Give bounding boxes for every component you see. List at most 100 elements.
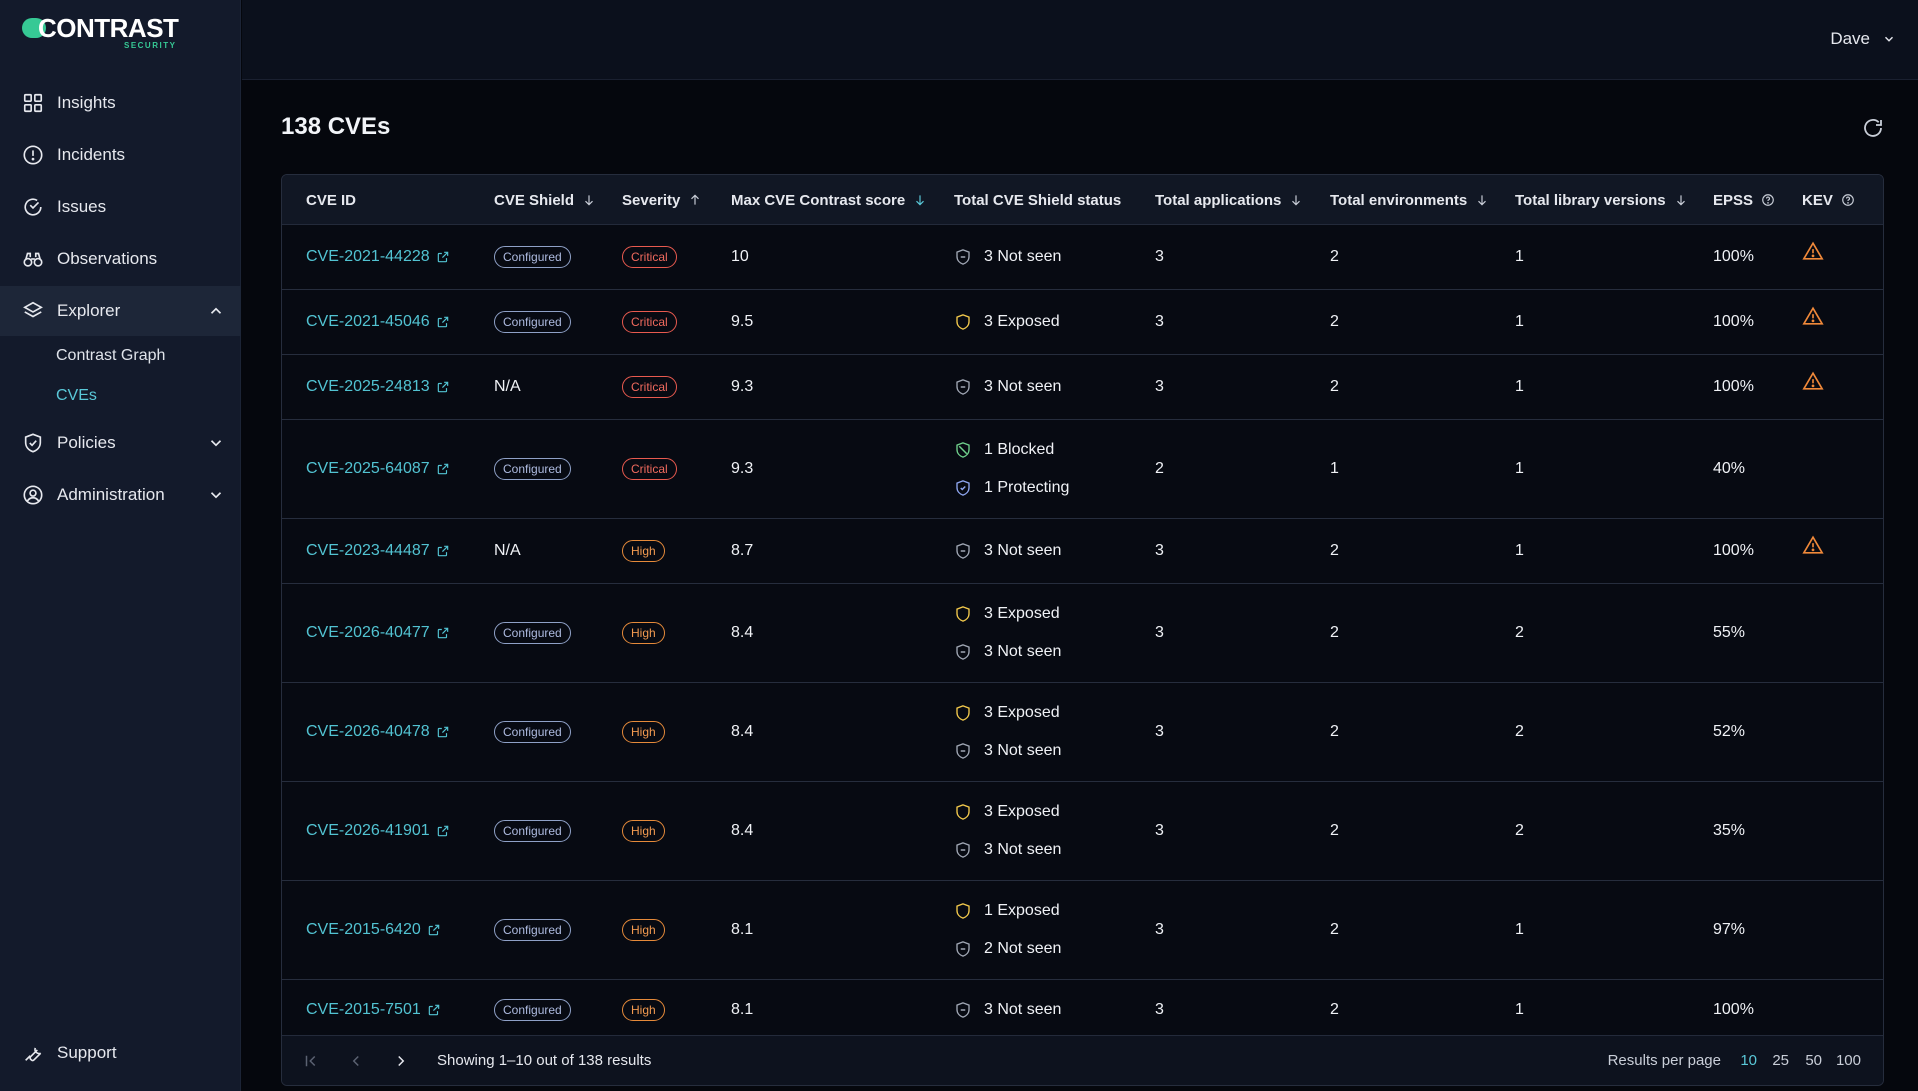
- shield-notseen-icon: [956, 941, 970, 957]
- cve-shield-cell: N/A: [494, 355, 521, 419]
- cve-shield-cell: Configured: [494, 881, 571, 979]
- chevron-up-icon[interactable]: [207, 302, 225, 320]
- status-text: 3 Not seen: [984, 378, 1062, 395]
- cve-shield-cell: Configured: [494, 584, 571, 682]
- sidebar-item-administration[interactable]: Administration: [0, 470, 241, 520]
- results-per-page-10[interactable]: 10: [1740, 1052, 1757, 1069]
- sidebar-item-label: Incidents: [57, 145, 126, 164]
- sidebar-item-incidents[interactable]: Incidents: [0, 130, 241, 180]
- external-link-icon: [428, 1004, 439, 1015]
- shield-na-text: N/A: [494, 378, 521, 395]
- table-row[interactable]: CVE-2026-40477 Configured High 8.4 3 Exposed…: [282, 584, 1883, 683]
- chevron-down-icon[interactable]: [207, 434, 225, 452]
- column-header-library-versions[interactable]: Total library versions: [1515, 175, 1688, 225]
- cve-link[interactable]: CVE-2025-64087: [306, 460, 450, 478]
- cve-id: CVE-2026-41901: [306, 822, 430, 839]
- status-text: 3 Exposed: [984, 704, 1060, 721]
- next-page-icon[interactable]: [392, 1052, 410, 1070]
- contrast-logo[interactable]: CONTRAST SECURITY: [22, 15, 179, 52]
- page-title: 138 CVEs: [281, 113, 391, 140]
- results-per-page-25[interactable]: 25: [1772, 1052, 1789, 1069]
- column-header-max-score[interactable]: Max CVE Contrast score: [731, 175, 927, 225]
- sidebar-subitem-contrast-graph[interactable]: Contrast Graph: [56, 347, 165, 365]
- epss-cell: 55%: [1713, 584, 1745, 682]
- column-header-severity[interactable]: Severity: [622, 175, 702, 225]
- column-header-cve-shield[interactable]: CVE Shield: [494, 175, 596, 225]
- table-row[interactable]: CVE-2025-64087 Configured Critical 9.3 1 Blo…: [282, 420, 1883, 519]
- shield-exposed-icon: [956, 606, 970, 622]
- library-versions-cell: 1: [1515, 881, 1524, 979]
- status-item: 3 Not seen: [954, 541, 1061, 561]
- max-score: 9.3: [731, 460, 754, 477]
- column-header-kev[interactable]: KEV: [1802, 175, 1855, 225]
- severity-badge: High: [622, 540, 665, 562]
- sidebar-item-observations[interactable]: Observations: [0, 234, 241, 284]
- prev-page-icon[interactable]: [347, 1052, 365, 1070]
- cve-link[interactable]: CVE-2021-44228: [306, 248, 450, 266]
- cve-id-cell: CVE-2026-40477: [306, 584, 450, 682]
- status-item: 3 Exposed: [954, 703, 1061, 723]
- status-item: 1 Exposed: [954, 901, 1061, 921]
- refresh-icon[interactable]: [1861, 116, 1885, 140]
- score-cell: 8.4: [731, 584, 753, 682]
- column-header-environments[interactable]: Total environments: [1330, 175, 1489, 225]
- environments-count: 2: [1330, 822, 1339, 839]
- support-link[interactable]: Support: [22, 1042, 117, 1064]
- sidebar-item-label: Observations: [57, 249, 158, 268]
- status-item: 3 Not seen: [954, 642, 1061, 662]
- table-header: CVE ID CVE Shield Severity Max CVE Contr…: [282, 175, 1883, 225]
- applications-cell: 2: [1155, 420, 1164, 518]
- table-row[interactable]: CVE-2021-44228 Configured Critical 10 3 Not …: [282, 225, 1883, 290]
- environments-count: 2: [1330, 624, 1339, 641]
- kev-cell: [1802, 284, 1824, 348]
- external-link-icon: [437, 251, 448, 263]
- status-list: 3 Exposed 3 Not seen: [954, 703, 1061, 761]
- severity-badge: High: [622, 998, 665, 1021]
- first-page-icon[interactable]: [302, 1052, 320, 1070]
- cve-link[interactable]: CVE-2015-6420: [306, 921, 441, 939]
- environments-count: 1: [1330, 460, 1339, 477]
- sidebar-item-explorer[interactable]: Explorer: [0, 286, 241, 336]
- table-row[interactable]: CVE-2021-45046 Configured Critical 9.5 3 Exp…: [282, 290, 1883, 355]
- sidebar-item-insights[interactable]: Insights: [0, 78, 241, 128]
- help-icon[interactable]: [1761, 193, 1775, 207]
- cve-link[interactable]: CVE-2015-7501: [306, 1001, 441, 1019]
- results-per-page-100[interactable]: 100: [1836, 1052, 1861, 1069]
- column-header-shield-status[interactable]: Total CVE Shield status: [954, 175, 1121, 225]
- column-header-cve-id[interactable]: CVE ID: [306, 175, 356, 225]
- shield-protecting-icon: [956, 480, 970, 496]
- column-header-applications[interactable]: Total applications: [1155, 175, 1303, 225]
- sidebar-item-policies[interactable]: Policies: [0, 418, 241, 468]
- table-row[interactable]: CVE-2026-40478 Configured High 8.4 3 Exposed…: [282, 683, 1883, 782]
- cve-link[interactable]: CVE-2026-40477: [306, 624, 450, 642]
- status-item: 3 Exposed: [954, 802, 1061, 822]
- table-row[interactable]: CVE-2025-24813 N/A Critical 9.3 3 Not seen 3 2…: [282, 355, 1883, 420]
- table-row[interactable]: CVE-2015-6420 Configured High 8.1 1 Exposed 2…: [282, 881, 1883, 980]
- sidebar-subitem-cves[interactable]: CVEs: [56, 387, 97, 405]
- sidebar-item-issues[interactable]: Issues: [0, 182, 241, 232]
- shield-check-icon: [24, 433, 42, 453]
- cve-link[interactable]: CVE-2021-45046: [306, 313, 450, 331]
- user-menu[interactable]: Dave: [1830, 29, 1896, 49]
- shield-configured-badge: Configured: [494, 820, 571, 842]
- cve-link[interactable]: CVE-2025-24813: [306, 378, 450, 396]
- cve-link[interactable]: CVE-2023-44487: [306, 542, 450, 560]
- severity-badge: Critical: [622, 311, 677, 333]
- table-row[interactable]: CVE-2015-7501 Configured High 8.1 3 Not seen…: [282, 980, 1883, 1040]
- cve-link[interactable]: CVE-2026-40478: [306, 723, 450, 741]
- shield-status-cell: 3 Not seen: [954, 355, 1061, 419]
- epss-value: 52%: [1713, 723, 1746, 740]
- table-row[interactable]: CVE-2023-44487 N/A High 8.7 3 Not seen 3 2 1 100…: [282, 519, 1883, 584]
- applications-cell: 3: [1155, 683, 1164, 781]
- cve-link[interactable]: CVE-2026-41901: [306, 822, 450, 840]
- chevron-down-icon[interactable]: [207, 486, 225, 504]
- results-per-page-50[interactable]: 50: [1805, 1052, 1822, 1069]
- table-row[interactable]: CVE-2026-41901 Configured High 8.4 3 Exposed…: [282, 782, 1883, 881]
- epss-value: 100%: [1713, 542, 1754, 559]
- library-versions-count: 1: [1515, 248, 1524, 265]
- applications-count: 3: [1155, 921, 1164, 938]
- cve-shield-cell: Configured: [494, 420, 571, 518]
- help-icon[interactable]: [1841, 193, 1855, 207]
- column-header-epss[interactable]: EPSS: [1713, 175, 1775, 225]
- sort-down-icon: [1676, 195, 1685, 206]
